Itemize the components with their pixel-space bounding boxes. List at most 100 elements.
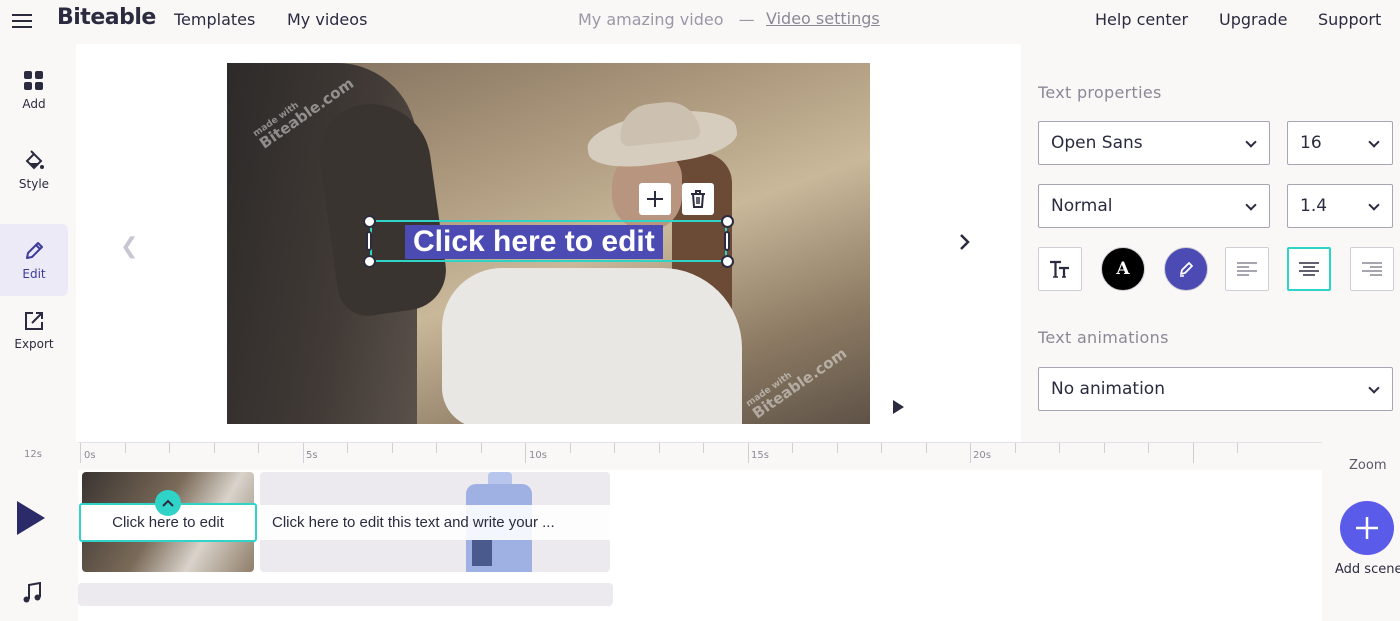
sidebar-item-add[interactable]: Add bbox=[0, 54, 68, 126]
chevron-down-icon bbox=[1245, 136, 1257, 148]
ruler-tick bbox=[1103, 443, 1105, 453]
properties-panel: Text properties Open Sans 16 Normal 1.4 … bbox=[1021, 44, 1400, 442]
highlight-color-button[interactable] bbox=[1164, 247, 1208, 291]
sidebar-item-label: Export bbox=[14, 336, 54, 351]
line-height-select[interactable]: 1.4 bbox=[1287, 184, 1393, 228]
ruler-tick bbox=[80, 443, 81, 463]
ruler-tick bbox=[213, 443, 215, 453]
ruler-tick bbox=[347, 443, 348, 453]
collapse-clip-button[interactable] bbox=[155, 490, 181, 516]
timeline: 12s 0s 5s 10s 15s 20s Click here to edit… bbox=[0, 442, 1400, 621]
nav-help-center[interactable]: Help center bbox=[1095, 10, 1188, 29]
ruler-tick bbox=[124, 443, 126, 453]
resize-handle-bottom-left[interactable] bbox=[363, 255, 376, 268]
play-video-icon[interactable] bbox=[16, 500, 46, 540]
ruler-tick bbox=[525, 443, 526, 463]
delete-text-button[interactable] bbox=[682, 183, 714, 215]
ruler-tick bbox=[703, 443, 704, 453]
ruler-tick bbox=[258, 443, 259, 453]
zoom-label[interactable]: Zoom bbox=[1349, 458, 1386, 473]
ruler-tick bbox=[792, 443, 793, 453]
video-duration: 12s bbox=[24, 449, 42, 460]
logo[interactable]: Biteable bbox=[57, 5, 156, 30]
ruler-tick bbox=[302, 443, 304, 463]
ruler-tick bbox=[881, 443, 882, 453]
nav-support[interactable]: Support bbox=[1318, 10, 1381, 29]
canvas-text[interactable]: Click here to edit bbox=[405, 225, 663, 259]
tick-label: 15s bbox=[751, 450, 769, 461]
resize-handle-top-right[interactable] bbox=[721, 215, 734, 228]
tick-label: 10s bbox=[529, 450, 547, 461]
resize-handle-top-left[interactable] bbox=[363, 215, 376, 228]
selected-text-box[interactable]: Click here to edit bbox=[370, 220, 727, 262]
align-left-icon bbox=[1237, 262, 1257, 276]
resize-handle-left[interactable] bbox=[366, 231, 372, 251]
sidebar-item-export[interactable]: Export bbox=[0, 294, 68, 366]
sidebar-item-label: Edit bbox=[22, 266, 46, 281]
export-icon bbox=[25, 311, 43, 330]
ruler-tick bbox=[614, 443, 615, 453]
resize-handle-right[interactable] bbox=[724, 231, 730, 251]
hamburger-menu-icon[interactable] bbox=[12, 10, 34, 30]
plus-icon bbox=[1356, 517, 1378, 539]
music-icon[interactable] bbox=[22, 581, 42, 608]
chevron-down-icon bbox=[1368, 199, 1380, 211]
text-color-button[interactable]: A bbox=[1101, 247, 1145, 291]
scene-image-hat-top bbox=[617, 98, 701, 148]
sidebar-item-style[interactable]: Style bbox=[0, 134, 68, 206]
resize-handle-bottom-right[interactable] bbox=[721, 255, 734, 268]
audio-track[interactable] bbox=[78, 583, 613, 606]
nav-my-videos[interactable]: My videos bbox=[287, 10, 367, 29]
previous-scene-icon[interactable]: ❮ bbox=[120, 234, 138, 259]
ruler-tick bbox=[391, 443, 393, 453]
scene-image-bottle-label bbox=[472, 540, 492, 566]
scene-image-shirt bbox=[442, 268, 742, 424]
font-size-select[interactable]: 16 bbox=[1287, 121, 1393, 165]
animation-select[interactable]: No animation bbox=[1038, 367, 1393, 411]
add-scene-button[interactable] bbox=[1340, 501, 1394, 555]
video-settings-link[interactable]: Video settings bbox=[766, 9, 880, 28]
ruler-tick bbox=[1192, 443, 1194, 463]
ruler-tick bbox=[970, 443, 971, 463]
timeline-controls: 12s bbox=[0, 442, 77, 621]
align-center-icon bbox=[1299, 262, 1319, 276]
next-scene-icon[interactable] bbox=[958, 232, 972, 256]
add-text-button[interactable] bbox=[639, 183, 671, 215]
video-canvas[interactable]: made with Biteable.com made with Biteable.… bbox=[227, 63, 870, 424]
font-weight-select[interactable]: Normal bbox=[1038, 184, 1270, 228]
tick-label: 5s bbox=[306, 450, 318, 461]
tick-label: 20s bbox=[973, 450, 991, 461]
video-title[interactable]: My amazing video — bbox=[578, 10, 755, 29]
ruler-tick bbox=[1148, 443, 1149, 453]
text-animations-heading: Text animations bbox=[1038, 328, 1169, 347]
timeline-ruler[interactable]: 0s 5s 10s 15s 20s bbox=[78, 442, 1322, 470]
align-center-button[interactable] bbox=[1287, 247, 1331, 291]
paint-bucket-icon bbox=[25, 149, 44, 169]
plus-icon bbox=[647, 191, 663, 207]
chevron-up-icon bbox=[162, 499, 174, 507]
sidebar-item-label: Add bbox=[22, 96, 46, 111]
text-case-button[interactable] bbox=[1038, 247, 1082, 291]
font-family-select[interactable]: Open Sans bbox=[1038, 121, 1270, 165]
ruler-tick bbox=[169, 443, 170, 453]
nav-upgrade[interactable]: Upgrade bbox=[1219, 10, 1287, 29]
canvas-area: ❮ made with Biteable.com made with Biteabl… bbox=[76, 44, 1021, 442]
ruler-tick bbox=[1014, 443, 1016, 453]
chevron-down-icon bbox=[1368, 136, 1380, 148]
nav-templates[interactable]: Templates bbox=[174, 10, 255, 29]
text-clip-2[interactable]: Click here to edit this text and write y… bbox=[260, 505, 610, 540]
ruler-tick bbox=[1237, 443, 1238, 453]
trash-icon bbox=[691, 190, 705, 208]
left-sidebar: Add Style Edit Export bbox=[0, 44, 76, 444]
watermark: made with Biteable.com bbox=[744, 344, 851, 423]
chevron-down-icon bbox=[1368, 382, 1380, 394]
ruler-tick bbox=[480, 443, 482, 453]
highlighter-icon bbox=[1180, 262, 1193, 277]
sidebar-item-edit[interactable]: Edit bbox=[0, 224, 68, 296]
add-scene-label: Add scene bbox=[1335, 562, 1400, 577]
align-left-button[interactable] bbox=[1225, 247, 1269, 291]
ruler-tick bbox=[747, 443, 749, 463]
play-scene-icon[interactable] bbox=[891, 399, 905, 419]
align-right-button[interactable] bbox=[1350, 247, 1394, 291]
ruler-tick bbox=[658, 443, 660, 453]
